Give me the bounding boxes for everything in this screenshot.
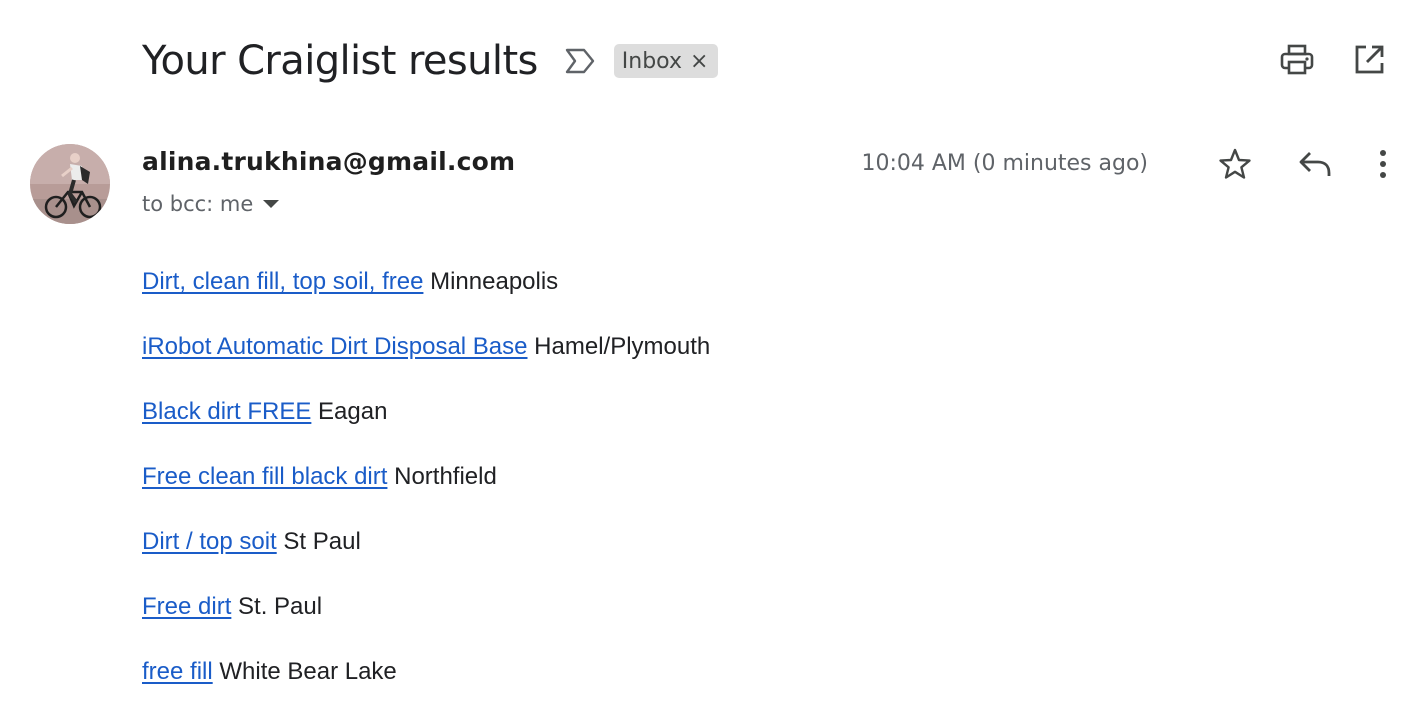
result-location: Hamel/Plymouth (534, 333, 711, 360)
remove-label-button[interactable]: × (690, 49, 708, 74)
result-location: Minneapolis (430, 268, 559, 295)
result-link[interactable]: Black dirt FREE (142, 398, 311, 425)
open-in-new-window-icon[interactable] (1352, 40, 1386, 80)
subject-row: Your Craiglist results Inbox × (142, 34, 719, 88)
print-all-icon[interactable] (1280, 40, 1314, 80)
result-location: Eagan (318, 398, 388, 425)
star-icon[interactable] (1218, 144, 1252, 184)
result-item: Dirt, clean fill, top soil, free Minneap… (142, 268, 710, 333)
sender-avatar[interactable] (30, 144, 110, 224)
reply-icon[interactable] (1298, 144, 1332, 184)
result-item: Dirt / top soit St Paul (142, 528, 710, 593)
sender-email[interactable]: alina.trukhina@gmail.com (142, 147, 515, 176)
message-timestamp: 10:04 AM (0 minutes ago) (861, 151, 1148, 176)
result-link[interactable]: Dirt / top soit (142, 528, 277, 555)
result-item: Free clean fill black dirt Northfield (142, 463, 710, 528)
result-link[interactable]: free fill (142, 658, 213, 685)
result-item: free fill White Bear Lake (142, 658, 710, 723)
result-location: St. Paul (238, 593, 323, 620)
result-link[interactable]: Free clean fill black dirt (142, 463, 387, 490)
recipients-line: to bcc: me (142, 192, 280, 216)
message-actions (1218, 144, 1388, 184)
message-body: Dirt, clean fill, top soil, free Minneap… (142, 268, 710, 723)
show-details-caret-icon[interactable] (263, 200, 280, 208)
recipients-text: to bcc: me (142, 192, 254, 216)
email-subject: Your Craiglist results (142, 38, 538, 84)
cyclist-photo-avatar (30, 144, 110, 224)
header-actions (1280, 40, 1386, 80)
inbox-label-chip: Inbox × (613, 44, 719, 78)
result-item: Black dirt FREE Eagan (142, 398, 710, 463)
result-item: Free dirt St. Paul (142, 593, 710, 658)
importance-marker-icon[interactable] (564, 47, 596, 75)
inbox-label-text: Inbox (621, 48, 682, 74)
result-location: White Bear Lake (219, 658, 397, 685)
result-item: iRobot Automatic Dirt Disposal Base Hame… (142, 333, 710, 398)
result-location: Northfield (394, 463, 497, 490)
result-link[interactable]: Dirt, clean fill, top soil, free (142, 268, 423, 295)
more-options-icon[interactable] (1378, 144, 1388, 184)
result-link[interactable]: iRobot Automatic Dirt Disposal Base (142, 333, 528, 360)
result-location: St Paul (283, 528, 361, 555)
result-link[interactable]: Free dirt (142, 593, 231, 620)
